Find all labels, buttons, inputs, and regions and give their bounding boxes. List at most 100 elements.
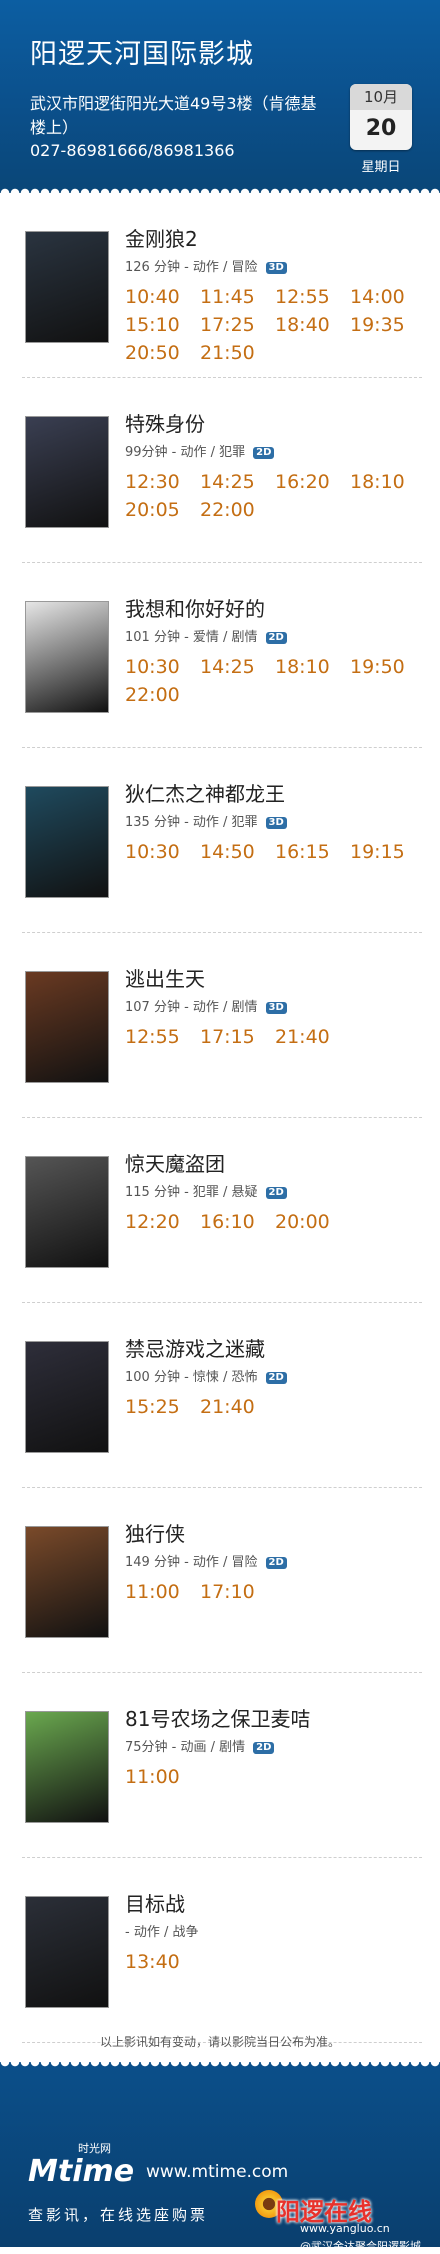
movie-item[interactable]: 81号农场之保卫麦咭 75分钟 - 动画 / 剧情 2D 11:00 (22, 1673, 422, 1858)
showtime[interactable]: 14:25 (200, 468, 275, 496)
showtime[interactable]: 21:40 (200, 1393, 275, 1421)
showtime[interactable]: 17:10 (200, 1578, 275, 1606)
disclaimer-note: 以上影讯如有变动，请以影院当日公布为准。 (99, 2035, 340, 2049)
movie-item[interactable]: 狄仁杰之神都龙王 135 分钟 - 动作 / 犯罪 3D 10:30 14:50 16:1… (22, 748, 422, 933)
movie-meta-text: 75分钟 - 动画 / 剧情 (125, 1740, 246, 1755)
movie-title[interactable]: 禁忌游戏之迷藏 (125, 1333, 265, 1362)
showtime[interactable]: 20:05 (125, 496, 200, 524)
movie-poster[interactable] (25, 786, 109, 898)
showtime[interactable]: 12:30 (125, 468, 200, 496)
movie-poster[interactable] (25, 416, 109, 528)
movie-poster[interactable] (25, 1526, 109, 1638)
format-badge: 2D (265, 632, 287, 644)
movie-meta-text: 149 分钟 - 动作 / 冒险 (125, 1555, 258, 1570)
movie-item[interactable]: 惊天魔盗团 115 分钟 - 犯罪 / 悬疑 2D 12:20 16:10 20:00 (22, 1118, 422, 1303)
showtimes: 13:40 (125, 1948, 425, 1976)
movie-title[interactable]: 金刚狼2 (125, 223, 198, 252)
movie-item[interactable]: 禁忌游戏之迷藏 100 分钟 - 惊悚 / 恐怖 2D 15:25 21:40 (22, 1303, 422, 1488)
movie-meta-text: 107 分钟 - 动作 / 剧情 (125, 1000, 258, 1015)
movie-title[interactable]: 狄仁杰之神都龙王 (125, 778, 285, 807)
date-weekday: 星期日 (361, 160, 401, 175)
showtime[interactable]: 14:50 (200, 838, 275, 866)
showtime[interactable]: 20:00 (275, 1208, 350, 1236)
footer: 时光网 Mtime www.mtime.com 查影讯，在线选座购票 阳逻在线 … (0, 2062, 440, 2253)
showtime[interactable]: 15:10 (125, 311, 200, 339)
showtime[interactable]: 15:25 (125, 1393, 200, 1421)
showtime[interactable]: 12:55 (125, 1023, 200, 1051)
showtime[interactable]: 22:00 (125, 681, 200, 709)
showtime[interactable]: 18:10 (275, 653, 350, 681)
movie-meta: 107 分钟 - 动作 / 剧情 3D (125, 996, 287, 1015)
showtime[interactable]: 12:55 (275, 283, 350, 311)
movie-title[interactable]: 逃出生天 (125, 963, 205, 992)
cinema-phone[interactable]: 027-86981666/86981366 (30, 141, 235, 160)
format-badge: 2D (265, 1372, 287, 1384)
format-badge: 3D (265, 262, 287, 274)
showtime[interactable]: 16:15 (275, 838, 350, 866)
date-badge: 10月 20 (350, 84, 412, 150)
movie-meta-text: 135 分钟 - 动作 / 犯罪 (125, 815, 258, 830)
movie-poster[interactable] (25, 601, 109, 713)
showtimes: 12:20 16:10 20:00 (125, 1208, 425, 1236)
showtime[interactable]: 22:00 (200, 496, 275, 524)
showtime[interactable]: 19:35 (350, 311, 425, 339)
showtime[interactable]: 11:00 (125, 1763, 200, 1791)
movie-meta: 75分钟 - 动画 / 剧情 2D (125, 1736, 275, 1755)
movie-item[interactable]: 金刚狼2 126 分钟 - 动作 / 冒险 3D 10:40 11:45 12:55 14:… (22, 193, 422, 378)
format-badge: 3D (265, 1002, 287, 1014)
movie-title[interactable]: 我想和你好好的 (125, 593, 265, 622)
mtime-url-link[interactable]: www.mtime.com (146, 2162, 288, 2182)
showtimes: 12:55 17:15 21:40 (125, 1023, 425, 1051)
showtime[interactable]: 19:15 (350, 838, 425, 866)
movie-poster[interactable] (25, 1896, 109, 2008)
movie-title[interactable]: 81号农场之保卫麦咭 (125, 1703, 310, 1732)
movie-meta-text: 100 分钟 - 惊悚 / 恐怖 (125, 1370, 258, 1385)
showtime[interactable]: 12:20 (125, 1208, 200, 1236)
showtimes: 10:30 14:25 18:10 19:50 22:00 (125, 653, 425, 709)
showtime[interactable]: 21:50 (200, 339, 275, 367)
movie-item[interactable]: 逃出生天 107 分钟 - 动作 / 剧情 3D 12:55 17:15 21:40 (22, 933, 422, 1118)
movie-item[interactable]: 目标战 - 动作 / 战争 13:40 (22, 1858, 422, 2043)
showtime[interactable]: 11:00 (125, 1578, 200, 1606)
movie-poster[interactable] (25, 1341, 109, 1453)
showtime[interactable]: 16:20 (275, 468, 350, 496)
movie-title[interactable]: 目标战 (125, 1888, 185, 1917)
showtimes: 11:00 17:10 (125, 1578, 425, 1606)
movie-poster[interactable] (25, 231, 109, 343)
showtime[interactable]: 18:10 (350, 468, 425, 496)
showtime[interactable]: 21:40 (275, 1023, 350, 1051)
movie-meta-text: 99分钟 - 动作 / 犯罪 (125, 445, 246, 460)
movie-poster[interactable] (25, 1711, 109, 1823)
movie-poster[interactable] (25, 1156, 109, 1268)
showtime[interactable]: 10:40 (125, 283, 200, 311)
watermark-url: www.yangluo.cn (300, 2222, 390, 2235)
movie-title[interactable]: 独行侠 (125, 1518, 185, 1547)
showtime[interactable]: 14:00 (350, 283, 425, 311)
movie-item[interactable]: 特殊身份 99分钟 - 动作 / 犯罪 2D 12:30 14:25 16:20 18:10… (22, 378, 422, 563)
showtime[interactable]: 10:30 (125, 838, 200, 866)
showtime[interactable]: 20:50 (125, 339, 200, 367)
movie-item[interactable]: 我想和你好好的 101 分钟 - 爱情 / 剧情 2D 10:30 14:25 18:10… (22, 563, 422, 748)
showtimes: 11:00 (125, 1763, 425, 1791)
mtime-logo[interactable]: Mtime (28, 2154, 134, 2189)
movie-item[interactable]: 独行侠 149 分钟 - 动作 / 冒险 2D 11:00 17:10 (22, 1488, 422, 1673)
movie-meta: 115 分钟 - 犯罪 / 悬疑 2D (125, 1181, 287, 1200)
showtime[interactable]: 13:40 (125, 1948, 200, 1976)
showtime[interactable]: 10:30 (125, 653, 200, 681)
showtime[interactable]: 17:25 (200, 311, 275, 339)
showtime[interactable]: 19:50 (350, 653, 425, 681)
showtimes: 10:40 11:45 12:55 14:00 15:10 17:25 18:40 19:35… (125, 283, 425, 367)
format-badge: 3D (265, 817, 287, 829)
showtime[interactable]: 17:15 (200, 1023, 275, 1051)
showtime[interactable]: 16:10 (200, 1208, 275, 1236)
movie-title[interactable]: 惊天魔盗团 (125, 1148, 225, 1177)
movie-meta: 100 分钟 - 惊悚 / 恐怖 2D (125, 1366, 287, 1385)
showtime[interactable]: 18:40 (275, 311, 350, 339)
perforated-edge (0, 185, 440, 193)
format-badge: 2D (253, 447, 275, 459)
movie-poster[interactable] (25, 971, 109, 1083)
movie-title[interactable]: 特殊身份 (125, 408, 205, 437)
showtime[interactable]: 14:25 (200, 653, 275, 681)
movie-meta-text: 115 分钟 - 犯罪 / 悬疑 (125, 1185, 258, 1200)
showtime[interactable]: 11:45 (200, 283, 275, 311)
